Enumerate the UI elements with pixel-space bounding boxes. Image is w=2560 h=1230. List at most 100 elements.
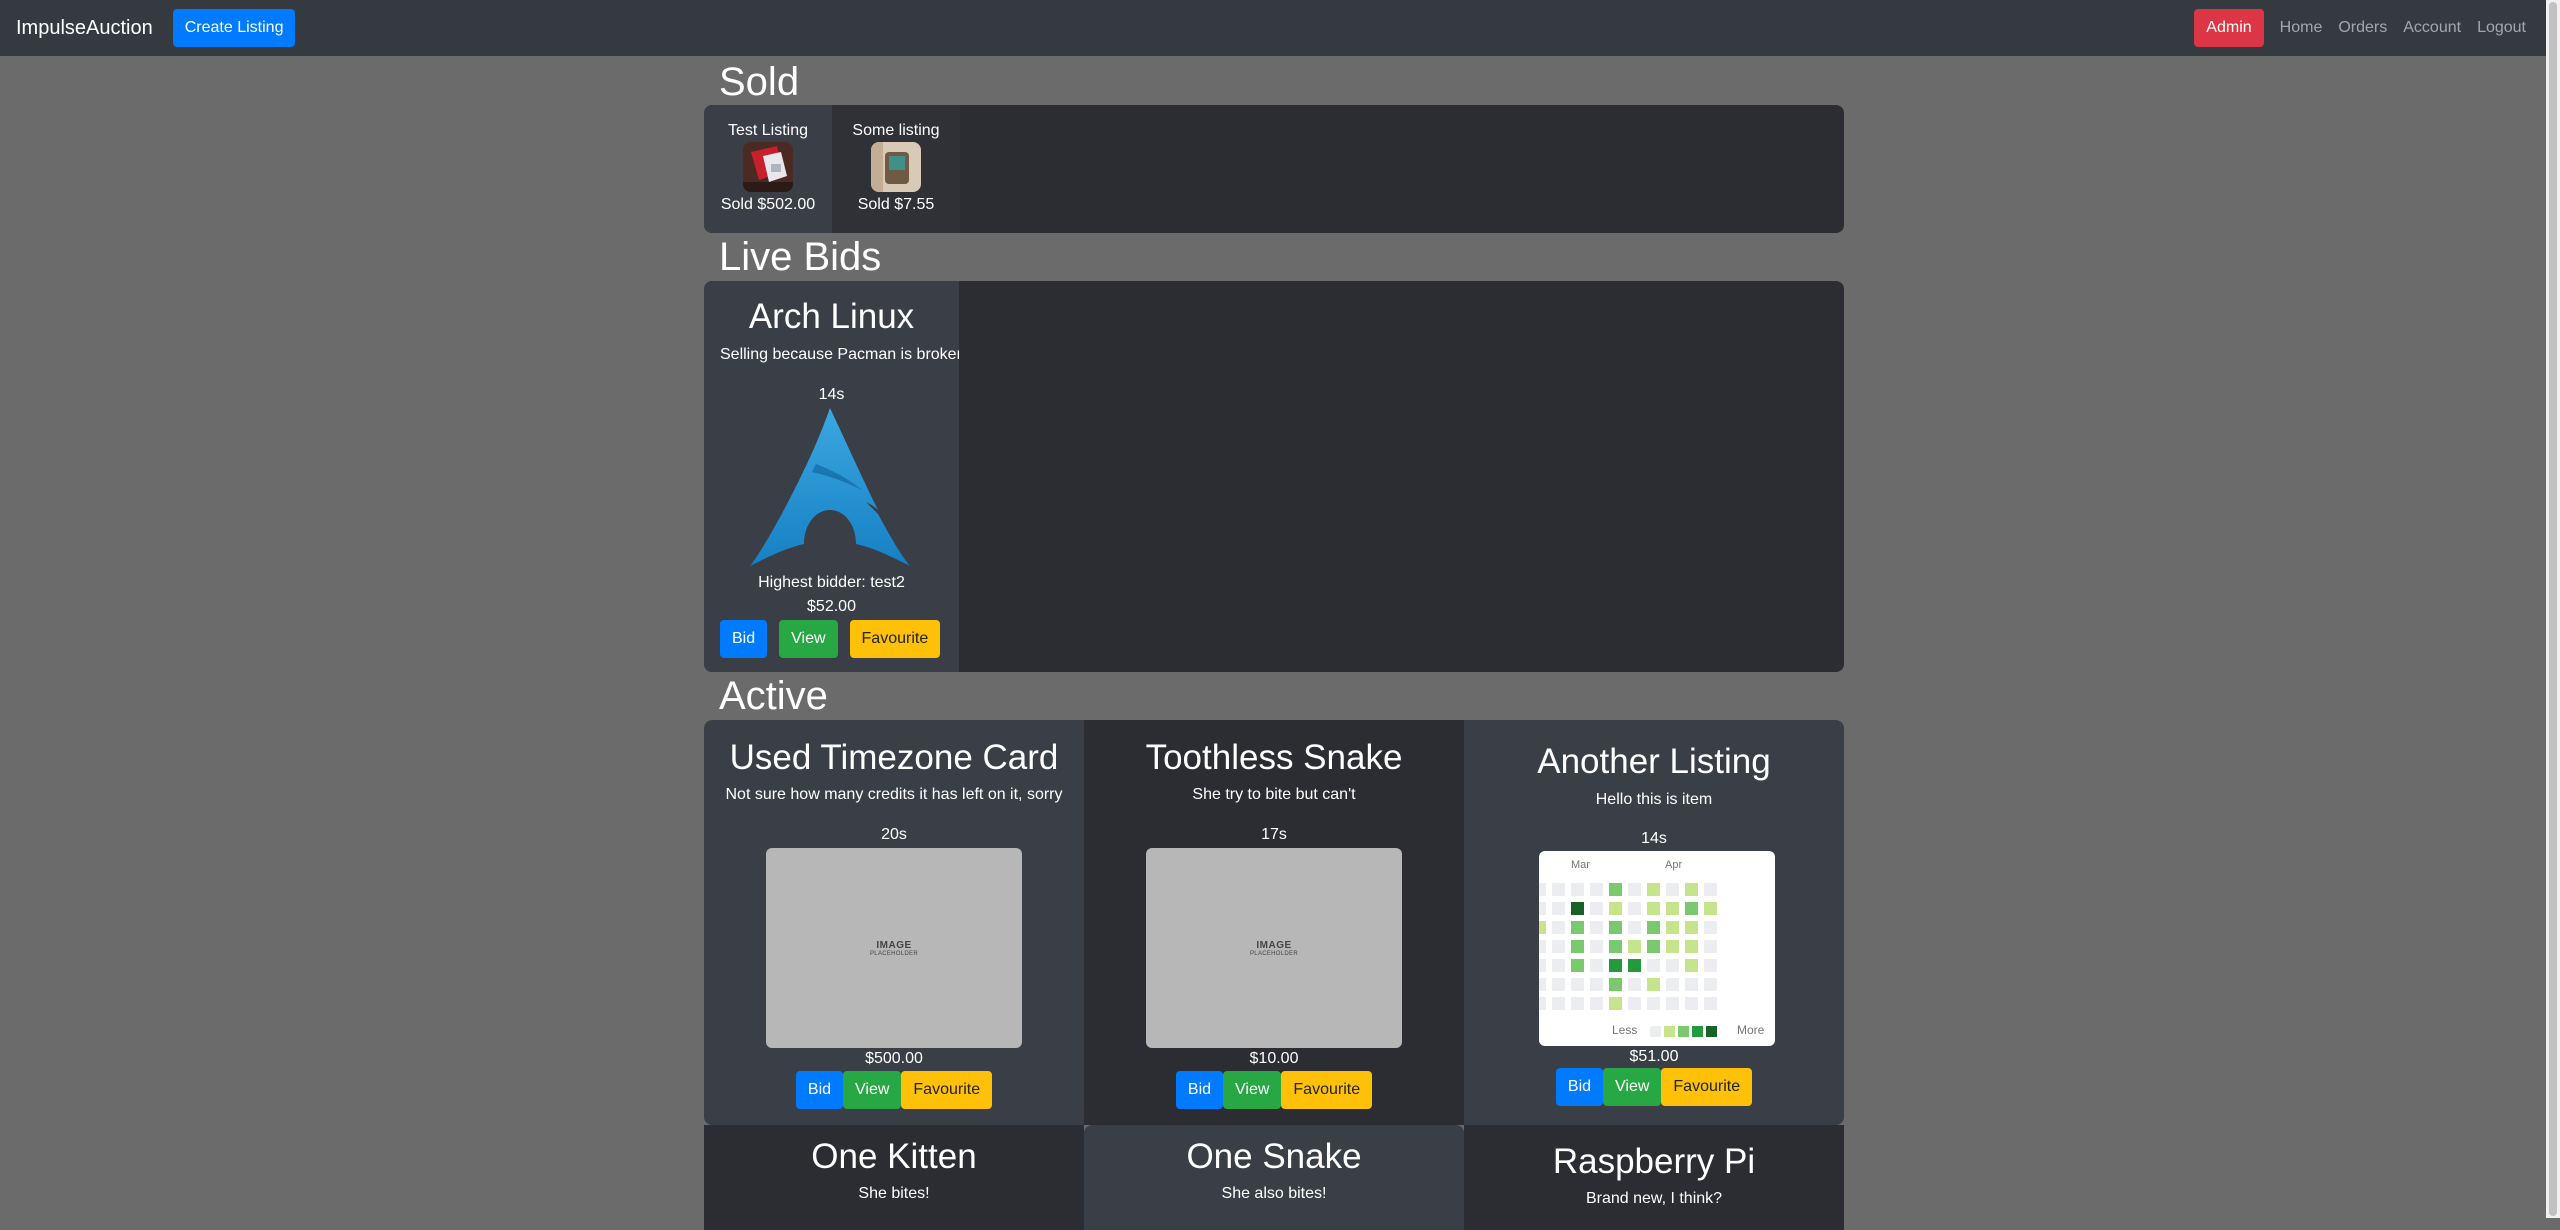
heatmap-cell	[1590, 997, 1603, 1010]
admin-button[interactable]: Admin	[2194, 9, 2264, 47]
favourite-button[interactable]: Favourite	[901, 1071, 993, 1109]
scrollbar-thumb[interactable]	[2549, 2, 2557, 1216]
heatmap-cell	[1647, 940, 1660, 953]
heatmap-cell	[1609, 940, 1622, 953]
listing-card: Toothless Snake She try to bite but can'…	[1084, 720, 1464, 1125]
sold-item[interactable]: Some listing Sold $7.55	[832, 105, 960, 233]
listing-price: $10.00	[1249, 1050, 1299, 1067]
heatmap-cell	[1590, 940, 1603, 953]
active-panel: Used Timezone Card Not sure how many cre…	[704, 720, 1844, 1230]
live-bid-highest-bidder: Highest bidder: test2	[758, 574, 905, 591]
heatmap-cell	[1552, 883, 1565, 896]
view-button[interactable]: View	[779, 620, 838, 658]
listing-card: One Kitten She bites!	[704, 1125, 1084, 1230]
heatmap-cell	[1704, 997, 1717, 1010]
heatmap-cell	[1571, 902, 1584, 915]
bid-button[interactable]: Bid	[720, 620, 768, 658]
bid-button[interactable]: Bid	[795, 1071, 844, 1109]
heatmap-cell	[1685, 997, 1698, 1010]
view-button[interactable]: View	[1223, 1071, 1282, 1109]
view-button[interactable]: View	[843, 1071, 902, 1109]
view-button[interactable]: View	[1603, 1068, 1662, 1106]
listing-description: She bites!	[858, 1185, 930, 1202]
heatmap-cell	[1628, 902, 1641, 915]
page-scrollbar[interactable]	[2546, 0, 2560, 1218]
heatmap-cell	[1539, 921, 1546, 934]
heatmap-cell	[1552, 997, 1565, 1010]
heatmap-cell	[1628, 883, 1641, 896]
listing-actions: Bid View Favourite	[1464, 1068, 1844, 1106]
heatmap-cell	[1628, 978, 1641, 991]
listing-description: Hello this is item	[1595, 791, 1713, 808]
listing-title: Toothless Snake	[1145, 738, 1403, 777]
heatmap-cell	[1704, 959, 1717, 972]
heatmap-cell	[1685, 902, 1698, 915]
heatmap-cell	[1647, 959, 1660, 972]
bid-button[interactable]: Bid	[1175, 1071, 1224, 1109]
heatmap-grid	[1539, 883, 1717, 1037]
heatmap-cell	[1685, 959, 1698, 972]
heatmap-cell	[1571, 997, 1584, 1010]
heatmap-legend-swatch	[1706, 1026, 1717, 1037]
live-bid-timer: 14s	[818, 386, 845, 403]
listing-title: Raspberry Pi	[1552, 1142, 1756, 1181]
heatmap-cell	[1685, 978, 1698, 991]
listing-description: Brand new, I think?	[1585, 1190, 1723, 1207]
listing-image-contribution-graph: Mar Apr Less More	[1539, 851, 1775, 1046]
heatmap-cell	[1539, 997, 1546, 1010]
heatmap-cell	[1647, 978, 1660, 991]
listing-card: Raspberry Pi Brand new, I think?	[1464, 1125, 1844, 1230]
live-bid-card: Arch Linux Selling because Pacman is bro…	[704, 281, 959, 672]
listing-actions: Bid View Favourite	[704, 1071, 1084, 1109]
heatmap-cell	[1704, 902, 1717, 915]
favourite-button[interactable]: Favourite	[1281, 1071, 1373, 1109]
brand-link[interactable]: ImpulseAuction	[16, 17, 153, 40]
nav-account-link[interactable]: Account	[2403, 19, 2461, 37]
heatmap-cell	[1539, 902, 1546, 915]
heatmap-cell	[1552, 940, 1565, 953]
heatmap-legend-swatch	[1692, 1026, 1703, 1037]
heatmap-cell	[1590, 902, 1603, 915]
nav-logout-link[interactable]: Logout	[2477, 19, 2526, 37]
sold-item-price: Sold $502.00	[720, 196, 816, 213]
heatmap-cell	[1685, 921, 1698, 934]
heatmap-cell	[1647, 883, 1660, 896]
heatmap-cell	[1647, 997, 1660, 1010]
listing-image-placeholder: IMAGE PLACEHOLDER	[766, 848, 1022, 1048]
listing-card: Used Timezone Card Not sure how many cre…	[704, 720, 1084, 1125]
heatmap-cell	[1552, 921, 1565, 934]
listing-actions: Bid View Favourite	[1084, 1071, 1464, 1109]
heatmap-cell	[1666, 902, 1679, 915]
live-bids-panel: Arch Linux Selling because Pacman is bro…	[704, 281, 1844, 672]
listing-description: She also bites!	[1221, 1185, 1327, 1202]
heatmap-cell	[1647, 902, 1660, 915]
favourite-button[interactable]: Favourite	[849, 620, 941, 658]
heatmap-cell	[1571, 921, 1584, 934]
listing-timer: 14s	[1641, 830, 1667, 847]
heatmap-cell	[1552, 959, 1565, 972]
nav-orders-link[interactable]: Orders	[2338, 19, 2387, 37]
sold-item[interactable]: Test Listing Sold $502.00	[704, 105, 832, 233]
heatmap-cell	[1666, 921, 1679, 934]
heatmap-cell	[1539, 940, 1546, 953]
heatmap-cell	[1628, 959, 1641, 972]
live-bid-description: Selling because Pacman is broken	[720, 346, 959, 363]
heatmap-cell	[1609, 997, 1622, 1010]
favourite-button[interactable]: Favourite	[1661, 1068, 1753, 1106]
listing-title: One Snake	[1186, 1137, 1362, 1176]
heatmap-cell	[1609, 902, 1622, 915]
heatmap-cell	[1571, 940, 1584, 953]
listing-card: Another Listing Hello this is item 14s M…	[1464, 720, 1844, 1125]
nav-home-link[interactable]: Home	[2280, 19, 2323, 37]
listing-timer: 20s	[881, 826, 907, 843]
heatmap-legend-swatch	[1678, 1026, 1689, 1037]
create-listing-button[interactable]: Create Listing	[172, 9, 296, 47]
heatmap-cell	[1590, 921, 1603, 934]
heatmap-cell	[1590, 978, 1603, 991]
heatmap-cell	[1590, 959, 1603, 972]
listing-title: One Kitten	[811, 1137, 977, 1176]
bid-button[interactable]: Bid	[1555, 1068, 1604, 1106]
sold-item-image	[871, 142, 921, 192]
heatmap-cell	[1647, 921, 1660, 934]
heatmap-cell	[1539, 959, 1546, 972]
